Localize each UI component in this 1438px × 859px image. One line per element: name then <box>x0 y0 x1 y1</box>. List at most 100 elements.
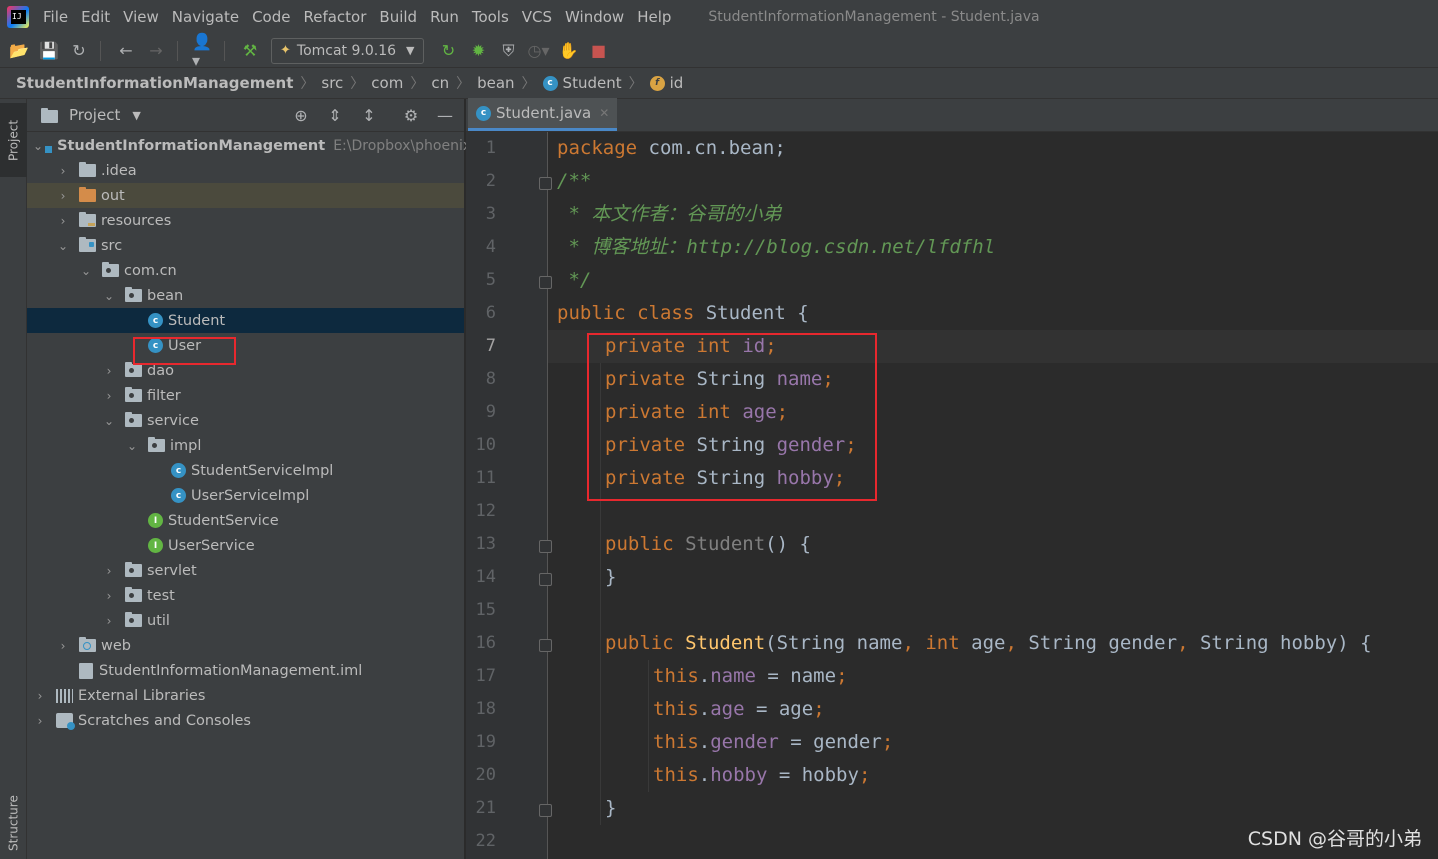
code-token: , <box>1177 632 1189 654</box>
menu-vcs[interactable]: VCS <box>522 8 552 26</box>
tree-item-out[interactable]: › out <box>27 183 464 208</box>
tree-item-student-service-impl[interactable]: c StudentServiceImpl <box>27 458 464 483</box>
breadcrumb-bean[interactable]: bean <box>477 74 514 92</box>
menu-window[interactable]: Window <box>565 8 624 26</box>
tree-item-util[interactable]: › util <box>27 608 464 633</box>
menu-edit[interactable]: Edit <box>81 8 110 26</box>
breadcrumb-student[interactable]: c Student <box>542 74 622 92</box>
code-area[interactable]: package com.cn.bean; /** * 本文作者：谷哥的小弟 * … <box>548 132 1438 859</box>
breadcrumb-com[interactable]: com <box>371 74 403 92</box>
chevron-right-icon[interactable]: › <box>102 389 116 403</box>
expand-all-icon[interactable]: ⇕ <box>324 104 346 126</box>
stop-icon[interactable]: ■ <box>588 40 610 62</box>
back-arrow-icon[interactable]: ← <box>115 40 137 62</box>
tree-item-src[interactable]: ⌄ src <box>27 233 464 258</box>
breadcrumb-project[interactable]: StudentInformationManagement <box>16 74 293 92</box>
forward-arrow-icon[interactable]: → <box>145 40 167 62</box>
menu-run[interactable]: Run <box>430 8 459 26</box>
profile-icon[interactable]: ◷▾ <box>528 40 550 62</box>
chevron-down-icon[interactable]: ⌄ <box>79 264 93 278</box>
rerun-icon[interactable]: ↻ <box>438 40 460 62</box>
menu-build[interactable]: Build <box>379 8 417 26</box>
menu-refactor[interactable]: Refactor <box>303 8 366 26</box>
chevron-down-icon[interactable]: ▼ <box>132 109 140 122</box>
menu-file[interactable]: File <box>43 8 68 26</box>
tree-item-user-service-impl[interactable]: c UserServiceImpl <box>27 483 464 508</box>
tree-item-impl[interactable]: ⌄ impl <box>27 433 464 458</box>
chevron-down-icon[interactable]: ⌄ <box>102 289 116 303</box>
user-icon[interactable]: 👤▾ <box>192 32 214 70</box>
chevron-right-icon[interactable]: › <box>56 189 70 203</box>
hide-minus-icon[interactable]: — <box>434 104 456 126</box>
locate-crosshair-icon[interactable]: ⊕ <box>290 104 312 126</box>
tree-item-iml[interactable]: StudentInformationManagement.iml <box>27 658 464 683</box>
tree-item-service[interactable]: ⌄ service <box>27 408 464 433</box>
tree-item-test[interactable]: › test <box>27 583 464 608</box>
chevron-down-icon[interactable]: ⌄ <box>33 139 43 153</box>
line-number: 13 <box>475 534 496 554</box>
tree-item-student-service[interactable]: I StudentService <box>27 508 464 533</box>
menu-view[interactable]: View <box>123 8 159 26</box>
attach-icon[interactable]: ✋ <box>558 40 580 62</box>
save-icon[interactable]: 💾 <box>38 40 60 62</box>
chevron-down-icon[interactable]: ⌄ <box>125 439 139 453</box>
package-icon <box>125 612 142 627</box>
package-icon <box>125 562 142 577</box>
tree-item-external-libraries[interactable]: › External Libraries <box>27 683 464 708</box>
tree-item-com-cn[interactable]: ⌄ com.cn <box>27 258 464 283</box>
open-folder-icon[interactable]: 📂 <box>8 40 30 62</box>
tree-item-idea[interactable]: › .idea <box>27 158 464 183</box>
chevron-right-icon[interactable]: › <box>102 614 116 628</box>
breadcrumb-cn[interactable]: cn <box>431 74 449 92</box>
chevron-down-icon: ▼ <box>406 44 415 57</box>
build-hammer-icon[interactable]: ⚒ <box>239 40 261 62</box>
gear-icon[interactable]: ⚙ <box>400 104 422 126</box>
tree-item-user-service[interactable]: I UserService <box>27 533 464 558</box>
tree-item-servlet[interactable]: › servlet <box>27 558 464 583</box>
tree-item-root[interactable]: ⌄ StudentInformationManagement E:\Dropbo… <box>27 133 476 158</box>
project-view-title[interactable]: Project <box>69 106 120 124</box>
menu-navigate[interactable]: Navigate <box>172 8 239 26</box>
tree-item-label: util <box>147 612 170 629</box>
tree-item-filter[interactable]: › filter <box>27 383 464 408</box>
tree-item-scratches[interactable]: › Scratches and Consoles <box>27 708 464 733</box>
chevron-right-icon[interactable]: › <box>56 639 70 653</box>
debug-bug-icon[interactable]: ✹ <box>468 40 490 62</box>
tree-item-dao[interactable]: › dao <box>27 358 464 383</box>
tree-item-user[interactable]: c User <box>27 333 464 358</box>
breadcrumb-src[interactable]: src <box>321 74 343 92</box>
code-token: name <box>710 665 756 687</box>
breadcrumb-field-id[interactable]: f id <box>649 74 683 92</box>
menu-tools[interactable]: Tools <box>472 8 509 26</box>
package-icon <box>125 587 142 602</box>
run-configuration-select[interactable]: ✦ Tomcat 9.0.16 ▼ <box>271 37 424 64</box>
scratches-icon <box>56 713 75 730</box>
class-icon: c <box>171 488 186 503</box>
coverage-icon[interactable]: ⛨ <box>498 40 520 62</box>
chevron-right-icon[interactable]: › <box>102 564 116 578</box>
tree-item-label: StudentServiceImpl <box>191 462 334 479</box>
menu-code[interactable]: Code <box>252 8 290 26</box>
chevron-right-icon[interactable]: › <box>102 589 116 603</box>
tree-item-label: StudentInformationManagement.iml <box>99 662 363 679</box>
tab-student-java[interactable]: c Student.java ✕ <box>468 98 618 131</box>
chevron-right-icon[interactable]: › <box>56 164 70 178</box>
chevron-down-icon[interactable]: ⌄ <box>102 414 116 428</box>
sync-icon[interactable]: ↻ <box>68 40 90 62</box>
structure-tool-tab[interactable]: Structure <box>0 789 27 857</box>
web-folder-icon <box>79 637 96 652</box>
code-token: age <box>959 632 1006 654</box>
collapse-all-icon[interactable]: ↕ <box>358 104 380 126</box>
project-tool-tab[interactable]: Project <box>0 103 27 177</box>
chevron-right-icon[interactable]: › <box>33 689 47 703</box>
tree-item-bean[interactable]: ⌄ bean <box>27 283 464 308</box>
tree-item-student[interactable]: c Student <box>27 308 464 333</box>
chevron-down-icon[interactable]: ⌄ <box>56 239 70 253</box>
menu-help[interactable]: Help <box>637 8 671 26</box>
chevron-right-icon[interactable]: › <box>56 214 70 228</box>
tree-item-web[interactable]: › web <box>27 633 464 658</box>
tree-item-resources[interactable]: › resources <box>27 208 464 233</box>
close-icon[interactable]: ✕ <box>599 106 609 120</box>
chevron-right-icon[interactable]: › <box>33 714 47 728</box>
chevron-right-icon[interactable]: › <box>102 364 116 378</box>
